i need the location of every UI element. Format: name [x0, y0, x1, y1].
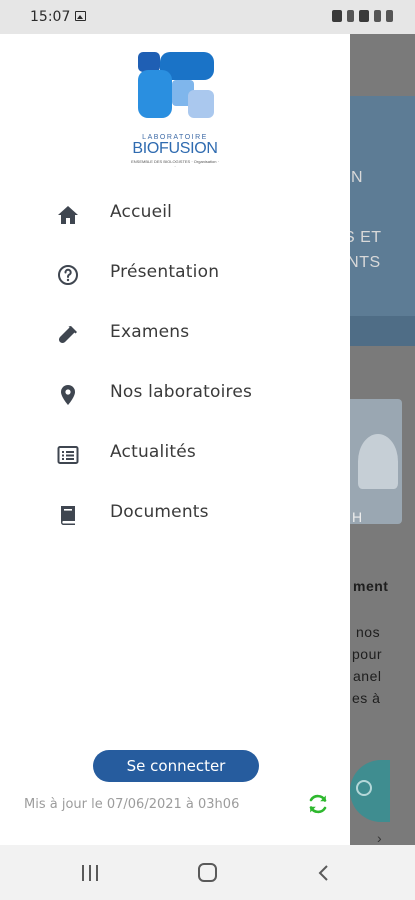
- background-paragraph-line-1: nos: [356, 624, 381, 640]
- last-update-text: Mis à jour le 07/06/2021 à 03h06: [24, 797, 240, 812]
- background-photo-caption: H: [352, 509, 363, 525]
- biofusion-logo-mark: [138, 52, 214, 118]
- book-icon: [60, 506, 75, 525]
- location-pin-icon: [61, 385, 75, 405]
- menu-item-label: Actualités: [110, 442, 196, 462]
- background-search-fab: [350, 760, 390, 822]
- mute-icon: [347, 10, 354, 22]
- logo-name: BIOFUSION: [132, 140, 218, 157]
- news-list-icon: [57, 446, 79, 464]
- background-banner-text-2: S ET: [350, 229, 382, 246]
- status-icons: [332, 10, 393, 22]
- wifi-icon: [359, 10, 369, 22]
- background-paragraph-line-2: pour: [352, 646, 383, 662]
- connect-button[interactable]: Se connecter: [93, 750, 259, 782]
- status-time: 15:07: [30, 9, 71, 25]
- signal-icon: [374, 10, 381, 22]
- background-banner-band: [350, 316, 415, 346]
- test-tube-icon: [58, 326, 77, 344]
- logo-text: LABORATOIRE BIOFUSION ENSEMBLE DES BIOLO…: [130, 134, 220, 169]
- image-notification-icon: [75, 11, 86, 21]
- battery-icon: [386, 10, 393, 22]
- home-button-icon[interactable]: [198, 863, 217, 882]
- menu-item-presentation[interactable]: Présentation: [0, 249, 350, 299]
- navigation-drawer: LABORATOIRE BIOFUSION ENSEMBLE DES BIOLO…: [0, 34, 350, 845]
- background-paragraph-line-4: es à: [352, 690, 381, 706]
- recent-apps-icon[interactable]: [82, 865, 102, 881]
- menu-item-label: Accueil: [110, 202, 173, 222]
- menu-item-examens[interactable]: Examens: [0, 309, 350, 359]
- question-circle-icon: [58, 265, 78, 285]
- background-banner-text-1: N: [351, 169, 364, 186]
- menu-item-actualites[interactable]: Actualités: [0, 429, 350, 479]
- background-chevron-icon: ›: [377, 830, 382, 845]
- system-navigation-bar: [0, 845, 415, 900]
- background-photo: [350, 399, 402, 524]
- menu-item-label: Examens: [110, 322, 190, 342]
- menu-item-label: Documents: [110, 502, 209, 522]
- background-app-content[interactable]: N S ET ENTS H ment nos pour anel es à ›: [350, 34, 415, 845]
- menu-item-documents[interactable]: Documents: [0, 489, 350, 539]
- refresh-icon[interactable]: [306, 792, 330, 816]
- menu-item-label: Présentation: [110, 262, 220, 282]
- home-icon: [58, 206, 78, 224]
- status-bar: 15:07: [0, 0, 415, 34]
- menu-item-accueil[interactable]: Accueil: [0, 189, 350, 239]
- alarm-icon: [332, 10, 342, 22]
- background-paragraph-line-3: anel: [353, 668, 382, 684]
- back-icon[interactable]: [317, 865, 331, 881]
- background-banner-text-3: ENTS: [350, 254, 381, 271]
- logo-tagline: ENSEMBLE DES BIOLOGISTES · Organisation …: [131, 159, 219, 169]
- background-banner: [350, 96, 415, 346]
- biofusion-logo: LABORATOIRE BIOFUSION ENSEMBLE DES BIOLO…: [130, 46, 220, 176]
- menu-item-label: Nos laboratoires: [110, 382, 253, 402]
- background-section-title: ment: [353, 578, 389, 594]
- menu-item-nos-laboratoires[interactable]: Nos laboratoires: [0, 369, 350, 419]
